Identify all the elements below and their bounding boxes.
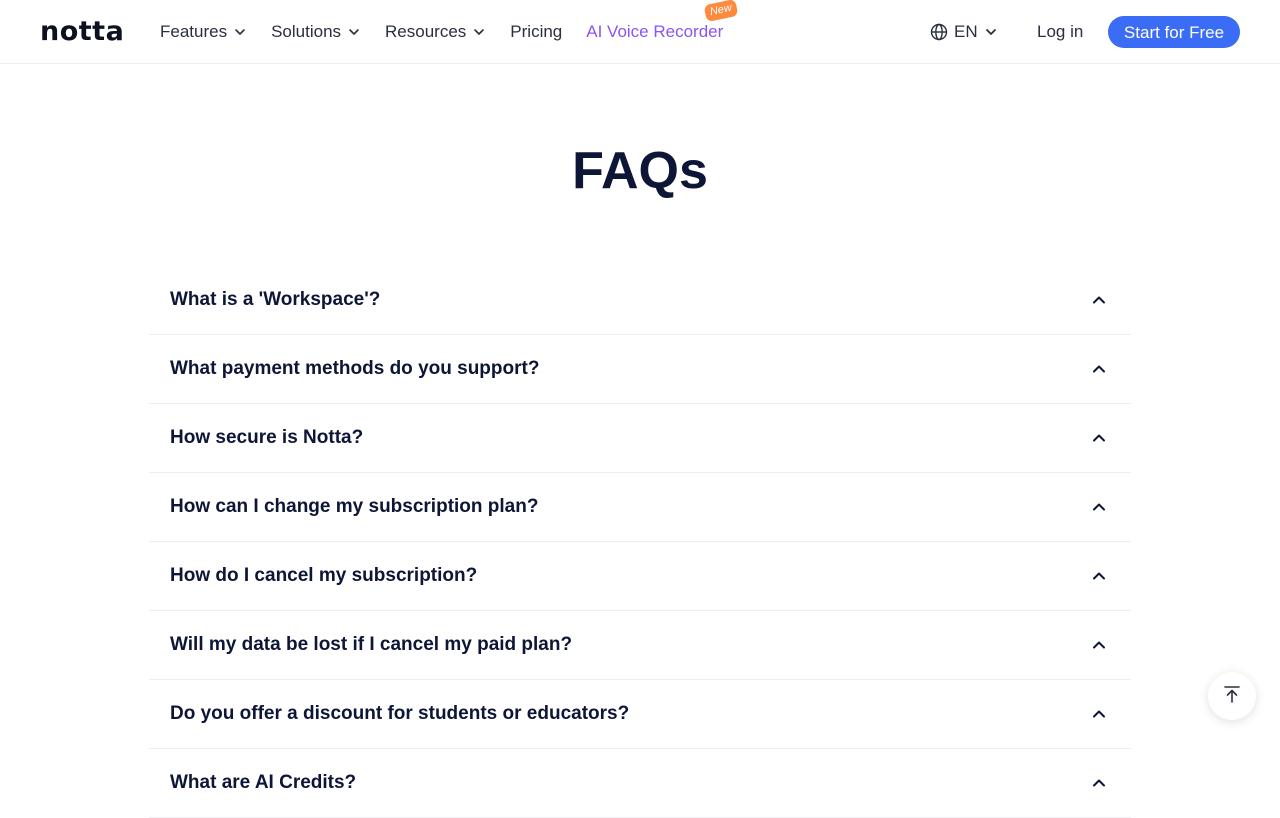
chevron-up-icon	[1091, 637, 1107, 653]
faq-item[interactable]: How do I cancel my subscription?	[149, 542, 1131, 611]
nav-pricing-label: Pricing	[510, 22, 563, 41]
chevron-up-icon	[1091, 292, 1107, 308]
nav-solutions[interactable]: Solutions	[271, 0, 361, 64]
login-link[interactable]: Log in	[1037, 0, 1083, 64]
chevron-up-icon	[1091, 706, 1107, 722]
nav-features[interactable]: Features	[160, 0, 247, 64]
faq-item[interactable]: What are AI Credits?	[149, 749, 1131, 818]
main-nav: Features Solutions Resources Pricing AI …	[160, 0, 747, 64]
faq-item[interactable]: How secure is Notta?	[149, 404, 1131, 473]
faq-question: Will my data be lost if I cancel my paid…	[170, 634, 573, 655]
faq-item[interactable]: Will my data be lost if I cancel my paid…	[149, 611, 1131, 680]
nav-ai-voice-recorder-label: AI Voice Recorder	[586, 22, 724, 41]
faq-question: What payment methods do you support?	[170, 358, 540, 379]
nav-resources-label: Resources	[385, 22, 467, 41]
faq-question: What is a 'Workspace'?	[170, 289, 381, 310]
chevron-down-icon	[233, 25, 247, 39]
nav-ai-voice-recorder[interactable]: AI Voice Recorder New	[586, 0, 739, 64]
faq-question: How secure is Notta?	[170, 427, 364, 448]
new-badge: New	[703, 0, 739, 23]
faq-question: How can I change my subscription plan?	[170, 496, 539, 517]
chevron-up-icon	[1091, 775, 1107, 791]
chevron-down-icon	[347, 25, 361, 39]
chevron-up-icon	[1091, 568, 1107, 584]
page-title: FAQs	[572, 142, 708, 200]
globe-icon	[930, 23, 948, 41]
arrow-up-to-line-icon	[1222, 684, 1242, 709]
faq-question: Do you offer a discount for students or …	[170, 703, 630, 724]
back-to-top-button[interactable]	[1208, 672, 1256, 720]
faq-question: What are AI Credits?	[170, 772, 357, 793]
faq-item[interactable]: What is a 'Workspace'?	[149, 266, 1131, 335]
nav-pricing[interactable]: Pricing	[510, 0, 562, 64]
language-selector[interactable]: EN	[930, 0, 998, 64]
nav-solutions-label: Solutions	[271, 22, 342, 41]
nav-features-label: Features	[160, 22, 228, 41]
chevron-up-icon	[1091, 361, 1107, 377]
notta-logo[interactable]: notta	[40, 16, 124, 48]
faq-list: What is a 'Workspace'? What payment meth…	[149, 266, 1131, 818]
chevron-up-icon	[1091, 430, 1107, 446]
nav-resources[interactable]: Resources	[385, 0, 486, 64]
chevron-down-icon	[984, 25, 998, 39]
chevron-down-icon	[472, 25, 486, 39]
faq-question: How do I cancel my subscription?	[170, 565, 478, 586]
language-label: EN	[954, 22, 978, 41]
faq-item[interactable]: How can I change my subscription plan?	[149, 473, 1131, 542]
site-header: notta Features Solutions Resources Prici…	[0, 0, 1280, 64]
faq-item[interactable]: Do you offer a discount for students or …	[149, 680, 1131, 749]
chevron-up-icon	[1091, 499, 1107, 515]
start-for-free-button[interactable]: Start for Free	[1108, 16, 1240, 48]
faq-item[interactable]: What payment methods do you support?	[149, 335, 1131, 404]
